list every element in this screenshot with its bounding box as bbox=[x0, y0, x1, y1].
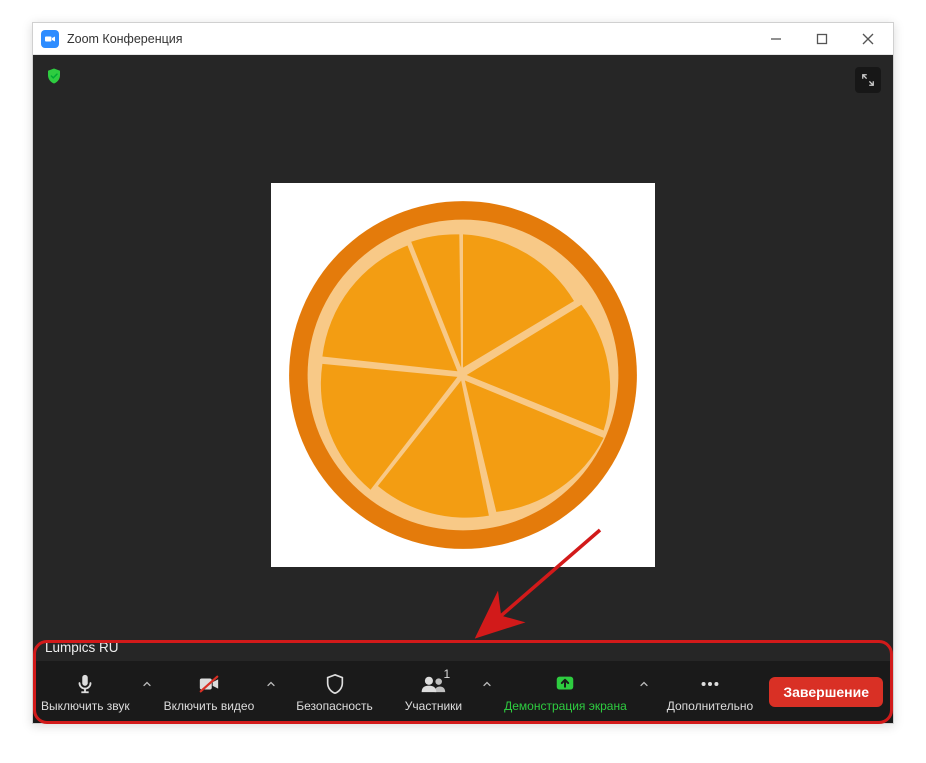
orange-slice-icon bbox=[278, 190, 648, 560]
maximize-button[interactable] bbox=[799, 23, 845, 55]
more-button[interactable]: Дополнительно bbox=[653, 661, 767, 723]
close-button[interactable] bbox=[845, 23, 891, 55]
zoom-meeting-window: Zoom Конференция bbox=[32, 22, 894, 724]
security-label: Безопасность bbox=[296, 699, 373, 713]
participant-name-label: Lumpics RU bbox=[39, 638, 125, 657]
minimize-button[interactable] bbox=[753, 23, 799, 55]
video-label: Включить видео bbox=[164, 699, 255, 713]
self-avatar bbox=[271, 183, 655, 567]
video-button[interactable]: Включить видео bbox=[156, 661, 263, 723]
window-titlebar: Zoom Конференция bbox=[33, 23, 893, 55]
end-meeting-button[interactable]: Завершение bbox=[769, 677, 883, 707]
video-area: Lumpics RU Выключить звук Включить видео bbox=[33, 55, 893, 723]
participants-options-chevron-up-icon[interactable] bbox=[478, 661, 496, 723]
window-title: Zoom Конференция bbox=[67, 32, 183, 46]
share-screen-button[interactable]: Демонстрация экрана bbox=[496, 661, 635, 723]
share-screen-label: Демонстрация экрана bbox=[504, 699, 627, 713]
zoom-app-icon bbox=[41, 30, 59, 48]
share-options-chevron-up-icon[interactable] bbox=[635, 661, 653, 723]
mute-button[interactable]: Выключить звук bbox=[33, 661, 138, 723]
camera-off-icon bbox=[197, 671, 221, 697]
share-screen-icon bbox=[553, 671, 577, 697]
more-icon bbox=[698, 671, 722, 697]
enter-fullscreen-button[interactable] bbox=[855, 67, 881, 93]
microphone-icon bbox=[74, 671, 96, 697]
more-label: Дополнительно bbox=[667, 699, 753, 713]
mute-options-chevron-up-icon[interactable] bbox=[138, 661, 156, 723]
mute-label: Выключить звук bbox=[41, 699, 130, 713]
participants-label: Участники bbox=[405, 699, 462, 713]
end-meeting-label: Завершение bbox=[783, 684, 869, 700]
video-options-chevron-up-icon[interactable] bbox=[262, 661, 280, 723]
security-button[interactable]: Безопасность bbox=[280, 661, 389, 723]
encryption-shield-icon[interactable] bbox=[45, 67, 63, 90]
participants-count: 1 bbox=[443, 667, 450, 681]
participants-button[interactable]: 1 Участники bbox=[389, 661, 478, 723]
meeting-toolbar: Выключить звук Включить видео Безопаснос… bbox=[33, 661, 893, 723]
shield-icon bbox=[324, 671, 346, 697]
